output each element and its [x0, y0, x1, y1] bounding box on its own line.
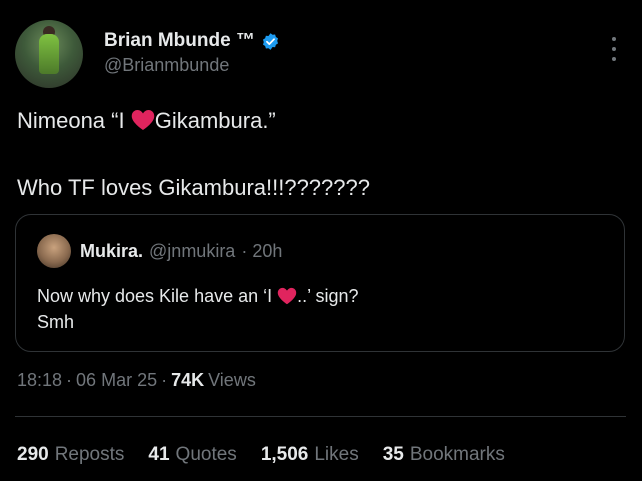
reposts-count: 290: [17, 444, 49, 465]
reposts-label: Reposts: [54, 444, 125, 465]
quoted-line-1: Now why does Kile have an ‘I ..’ sign?: [37, 283, 359, 309]
tweet-text: Nimeona “I Gikambura.” Who TF loves Gika…: [17, 106, 370, 202]
engagement-stats: 290 Reposts 41 Quotes 1,506 Likes 35 Bookmar…: [17, 444, 505, 466]
tweet-time[interactable]: 18:18: [17, 370, 62, 391]
quoted-avatar[interactable]: [37, 234, 71, 268]
more-options-icon[interactable]: [604, 37, 624, 61]
author-name-row: Brian Mbunde ™: [104, 30, 280, 52]
quoted-line-1-end: ..’ sign?: [297, 286, 359, 306]
author-name[interactable]: Brian Mbunde ™: [104, 30, 255, 52]
quoted-header: Mukira. @jnmukira · 20h: [80, 241, 282, 262]
reposts-stat[interactable]: 290 Reposts: [17, 444, 124, 466]
meta-separator: ·: [161, 370, 168, 390]
tweet-date[interactable]: 06 Mar 25: [76, 370, 157, 391]
tweet-meta: 18:18 · 06 Mar 25 · 74K Views: [17, 370, 256, 391]
quoted-line-1-start: Now why does Kile have an ‘I: [37, 286, 278, 306]
quoted-text: Now why does Kile have an ‘I ..’ sign? S…: [37, 283, 359, 335]
quotes-count: 41: [148, 444, 170, 465]
likes-count: 1,506: [260, 444, 309, 465]
bookmarks-stat[interactable]: 35 Bookmarks: [383, 444, 505, 466]
views-count: 74K: [171, 370, 205, 390]
author-avatar[interactable]: [15, 20, 83, 88]
quoted-time: · 20h: [241, 241, 283, 261]
quotes-stat[interactable]: 41 Quotes: [148, 444, 236, 466]
tweet-line-1: Nimeona “I Gikambura.”: [17, 106, 370, 135]
likes-label: Likes: [314, 444, 359, 465]
likes-stat[interactable]: 1,506 Likes: [261, 444, 359, 466]
meta-separator: ·: [66, 370, 73, 390]
quoted-tweet[interactable]: Mukira. @jnmukira · 20h Now why does Kil…: [15, 214, 625, 352]
avatar-figure: [39, 34, 59, 74]
quotes-label: Quotes: [175, 444, 237, 465]
quoted-name[interactable]: Mukira.: [80, 241, 143, 262]
author-handle[interactable]: @Brianmbunde: [104, 55, 229, 76]
tweet-line-1-start: Nimeona “I: [17, 108, 131, 133]
bookmarks-count: 35: [382, 444, 404, 465]
views-label: Views: [208, 370, 256, 390]
bookmarks-label: Bookmarks: [409, 444, 505, 465]
red-heart-icon: [131, 110, 154, 130]
quoted-handle[interactable]: @jnmukira: [149, 241, 235, 262]
verified-badge-icon: [262, 32, 278, 50]
quoted-line-2: Smh: [37, 312, 75, 332]
tweet-line-2: Who TF loves Gikambura!!!???????: [17, 175, 370, 200]
tweet-line-1-end: Gikambura.”: [154, 108, 276, 133]
red-heart-icon: [277, 287, 297, 305]
divider: [15, 416, 626, 417]
